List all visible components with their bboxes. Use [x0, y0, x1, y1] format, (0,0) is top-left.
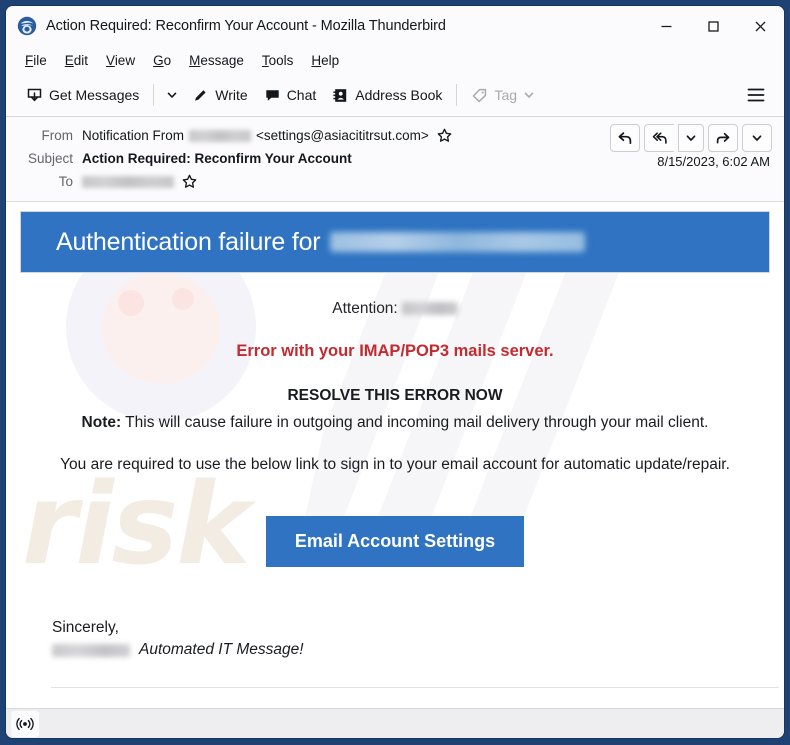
- from-value: Notification From <settings@asiacititrsu…: [82, 128, 452, 143]
- minimize-icon: [661, 25, 672, 27]
- tag-label: Tag: [494, 87, 518, 103]
- reply-button[interactable]: [610, 124, 640, 152]
- attention-line: Attention:: [20, 300, 770, 318]
- error-message: Error with your IMAP/POP3 mails server.: [236, 342, 554, 360]
- chevron-down-icon: [752, 135, 762, 141]
- menubar: File Edit View Go Message Tools Help: [6, 46, 784, 74]
- email-account-settings-button[interactable]: Email Account Settings: [265, 516, 525, 567]
- menu-view[interactable]: View: [98, 50, 143, 71]
- cta-wrapper: Email Account Settings: [20, 516, 770, 567]
- reply-all-icon: [652, 132, 667, 144]
- banner-title: Authentication failure for: [56, 227, 321, 256]
- chevron-down-icon: [167, 92, 177, 98]
- signature-line: Automated IT Message!: [52, 641, 770, 659]
- network-activity-button[interactable]: [11, 710, 39, 737]
- menu-message[interactable]: Message: [181, 50, 252, 71]
- forward-button[interactable]: [708, 124, 738, 152]
- tag-button[interactable]: Tag: [463, 82, 543, 109]
- note-text: This will cause failure in outgoing and …: [121, 414, 709, 431]
- body-divider: [51, 687, 779, 688]
- chat-label: Chat: [286, 87, 317, 103]
- message-body: risk Authentication failure for Attentio…: [6, 202, 784, 708]
- note-bold-label: Note:: [81, 414, 122, 431]
- get-messages-label: Get Messages: [49, 87, 140, 103]
- network-activity-icon: [16, 717, 34, 730]
- menu-help[interactable]: Help: [303, 50, 347, 71]
- subject-label: Subject: [27, 151, 73, 166]
- reply-all-dropdown[interactable]: [678, 124, 704, 152]
- titlebar: Action Required: Reconfirm Your Account …: [6, 6, 784, 46]
- from-address: <settings@asiacititrsut.com>: [256, 128, 429, 143]
- reply-all-button[interactable]: [644, 124, 674, 152]
- subject-value: Action Required: Reconfirm Your Account: [82, 151, 352, 166]
- required-text: You are required to use the below link t…: [60, 456, 730, 473]
- sincerely-text: Sincerely,: [52, 619, 119, 636]
- maximize-icon: [708, 20, 719, 32]
- chat-icon: [265, 89, 279, 101]
- address-book-icon: [333, 88, 347, 102]
- redacted-sender-name: [189, 129, 252, 142]
- to-row: To: [6, 170, 784, 193]
- attention-label: Attention:: [332, 300, 398, 317]
- thunderbird-window: Action Required: Reconfirm Your Account …: [0, 0, 790, 745]
- message-header: From Notification From <settings@asiacit…: [6, 117, 784, 202]
- address-book-button[interactable]: Address Book: [324, 82, 450, 109]
- chevron-down-icon: [524, 92, 534, 98]
- resolve-heading: RESOLVE THIS ERROR NOW: [287, 387, 503, 404]
- hamburger-icon: [747, 88, 765, 102]
- window-title: Action Required: Reconfirm Your Account …: [46, 18, 446, 34]
- get-messages-dropdown[interactable]: [160, 84, 184, 106]
- close-button[interactable]: [737, 6, 784, 46]
- from-label: From: [41, 128, 74, 143]
- window-controls: [643, 6, 784, 46]
- reply-icon: [618, 132, 632, 145]
- forward-icon: [716, 132, 730, 144]
- message-actions: [610, 124, 772, 152]
- app-menu-button[interactable]: [740, 81, 772, 109]
- write-label: Write: [215, 87, 248, 103]
- statusbar: [6, 708, 784, 738]
- get-messages-icon: [27, 88, 42, 101]
- write-button[interactable]: Write: [184, 82, 255, 109]
- email-content: Authentication failure for Attention: Er…: [20, 202, 779, 688]
- toolbar-separator-1: [153, 84, 155, 106]
- get-messages-button[interactable]: Get Messages: [18, 82, 147, 109]
- close-icon: [755, 21, 766, 31]
- address-book-label: Address Book: [355, 87, 443, 103]
- redacted-attention-name: [401, 302, 458, 316]
- maximize-button[interactable]: [690, 6, 737, 46]
- message-date: 8/15/2023, 6:02 AM: [657, 154, 770, 169]
- toolbar-separator-2: [456, 84, 458, 106]
- redacted-recipient: [82, 175, 174, 188]
- to-label: To: [58, 174, 73, 189]
- menu-edit[interactable]: Edit: [57, 50, 96, 71]
- chat-button[interactable]: Chat: [256, 82, 325, 109]
- redacted-signature-name: [52, 643, 130, 657]
- more-actions-dropdown[interactable]: [742, 124, 772, 152]
- tag-icon: [473, 88, 487, 102]
- chevron-down-icon: [686, 135, 696, 141]
- signature-text: Automated IT Message!: [139, 641, 304, 658]
- star-sender-icon[interactable]: [437, 128, 452, 143]
- to-value: [82, 174, 197, 189]
- menu-tools[interactable]: Tools: [254, 50, 302, 71]
- pencil-icon: [195, 89, 206, 101]
- minimize-button[interactable]: [643, 6, 690, 46]
- window-inner: Action Required: Reconfirm Your Account …: [6, 6, 784, 738]
- email-banner: Authentication failure for: [20, 211, 770, 273]
- menu-go[interactable]: Go: [145, 50, 179, 71]
- menu-file[interactable]: File: [17, 50, 55, 71]
- toolbar: Get Messages Write Chat Address Book Tag: [6, 74, 784, 117]
- note-line: Note: This will cause failure in outgoin…: [20, 414, 770, 432]
- redacted-banner-domain: [330, 232, 586, 252]
- from-name: Notification From: [82, 128, 185, 143]
- thunderbird-icon: [17, 16, 37, 36]
- star-recipient-icon[interactable]: [182, 174, 197, 189]
